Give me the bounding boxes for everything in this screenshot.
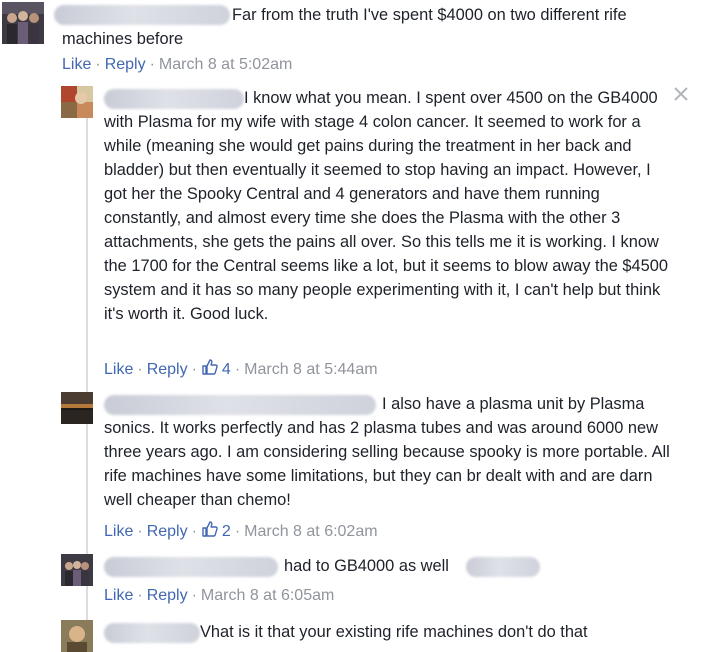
comment-text: I also have a plasma unit by Plasma soni… <box>104 395 670 509</box>
avatar[interactable] <box>61 392 93 424</box>
comment-actions: Like · Reply · March 8 at 6:05am <box>104 587 335 604</box>
comment-text: had to GB4000 as well <box>284 557 449 575</box>
comment-text: Vhat is it that your existing rife machi… <box>200 623 588 641</box>
like-link[interactable]: Like <box>62 56 91 73</box>
author-name-redacted[interactable] <box>104 623 200 643</box>
reply-link[interactable]: Reply <box>147 523 188 540</box>
close-icon[interactable] <box>672 85 690 103</box>
comment-actions: Like · Reply · March 8 at 5:02am <box>62 56 293 73</box>
author-name-redacted[interactable] <box>104 557 278 577</box>
reply-link[interactable]: Reply <box>147 587 188 604</box>
avatar[interactable] <box>61 620 93 652</box>
avatar[interactable] <box>61 86 93 118</box>
reply-link[interactable]: Reply <box>147 361 188 378</box>
comment-actions: Like · Reply · 4 · March 8 at 5:44am <box>104 358 378 382</box>
avatar[interactable] <box>2 2 44 44</box>
comment-text: Far from the truth I've spent $4000 on t… <box>62 6 627 48</box>
like-count[interactable]: 4 <box>201 359 231 378</box>
thumbs-up-icon <box>201 520 219 544</box>
timestamp[interactable]: March 8 at 6:02am <box>244 523 377 540</box>
redacted-text <box>466 557 540 577</box>
timestamp[interactable]: March 8 at 6:05am <box>201 587 334 604</box>
timestamp[interactable]: March 8 at 5:44am <box>244 361 377 378</box>
reply-link[interactable]: Reply <box>105 56 146 73</box>
timestamp[interactable]: March 8 at 5:02am <box>159 56 292 73</box>
like-count[interactable]: 2 <box>201 521 231 540</box>
like-link[interactable]: Like <box>104 587 133 604</box>
like-link[interactable]: Like <box>104 523 133 540</box>
thumbs-up-icon <box>201 358 219 382</box>
comment-actions: Like · Reply · 2 · March 8 at 6:02am <box>104 520 378 544</box>
comment-text: I know what you mean. I spent over 4500 … <box>104 89 668 323</box>
avatar[interactable] <box>61 554 93 586</box>
like-link[interactable]: Like <box>104 361 133 378</box>
